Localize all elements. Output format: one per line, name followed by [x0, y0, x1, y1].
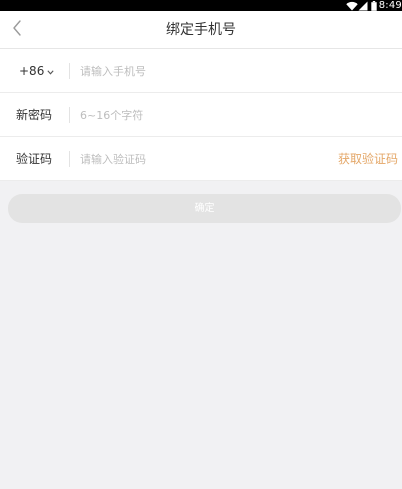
row-divider — [69, 151, 70, 167]
chevron-down-icon — [44, 64, 54, 78]
password-input[interactable] — [80, 103, 320, 127]
bind-phone-form: +86 新密码 验证码 获取验证码 — [0, 49, 402, 181]
password-label: 新密码 — [16, 108, 53, 122]
row-divider — [69, 63, 70, 79]
verify-label: 验证码 — [16, 152, 53, 166]
signal-icon — [358, 1, 368, 11]
page-title: 绑定手机号 — [166, 22, 236, 38]
status-bar: 8:49 — [0, 0, 402, 11]
phone-row: +86 — [0, 49, 402, 93]
battery-icon — [371, 0, 377, 11]
verify-row: 验证码 获取验证码 — [0, 137, 402, 181]
status-icons: 8:49 — [346, 0, 402, 11]
nav-bar: 绑定手机号 — [0, 11, 402, 49]
verify-code-input[interactable] — [80, 147, 300, 171]
status-time: 8:49 — [378, 0, 402, 11]
country-code-value: +86 — [19, 64, 45, 78]
wifi-icon — [346, 1, 358, 11]
country-code-select[interactable]: +86 — [19, 49, 54, 93]
confirm-button[interactable]: 确定 — [8, 194, 401, 223]
row-divider — [69, 107, 70, 123]
get-code-button[interactable]: 获取验证码 — [338, 137, 398, 181]
password-row: 新密码 — [0, 93, 402, 137]
phone-input[interactable] — [80, 59, 320, 83]
